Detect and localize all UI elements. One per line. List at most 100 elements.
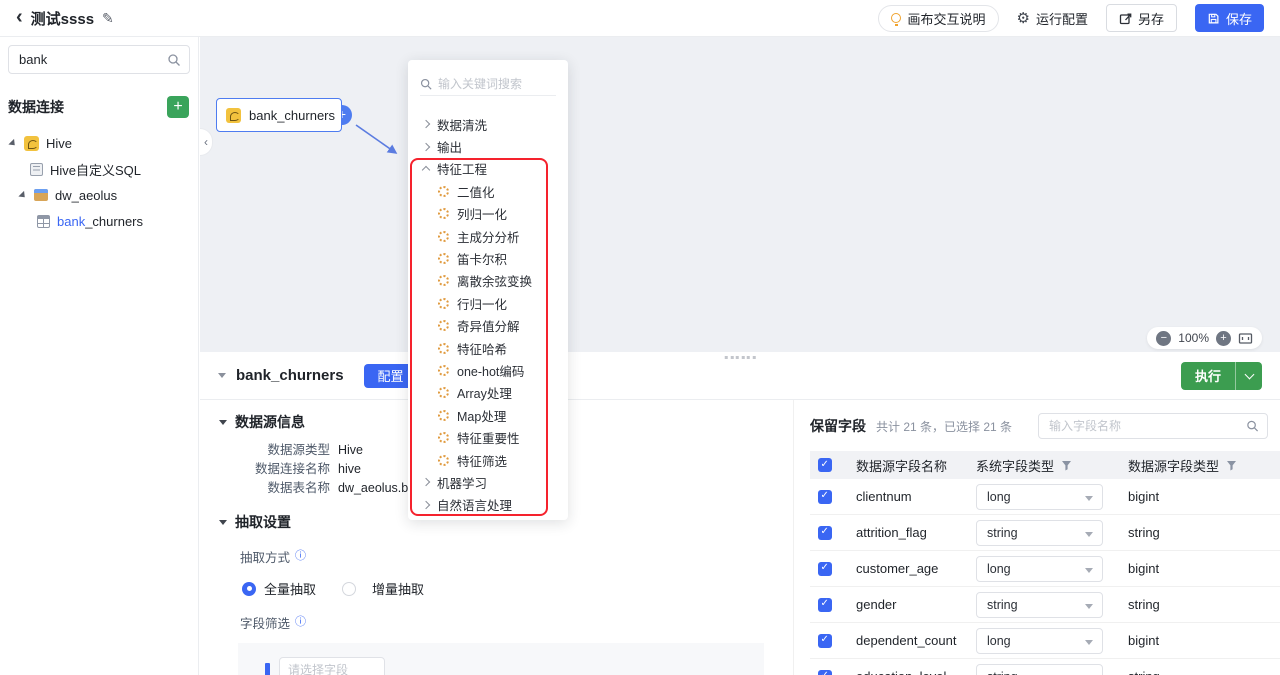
canvas[interactable]: + bank_churners − 100% +	[200, 37, 1280, 352]
operator-item-feature-importance[interactable]: 特征重要性	[408, 426, 568, 448]
row-checkbox[interactable]	[818, 669, 832, 675]
operator-gear-icon	[438, 275, 449, 287]
radio-full-extract[interactable]	[242, 581, 256, 596]
sys-type-select[interactable]: long	[976, 483, 1103, 510]
field-name: dependent_count	[856, 633, 957, 648]
info-icon[interactable]: ⓘ	[295, 551, 306, 562]
sidebar-search	[8, 45, 190, 74]
app-root: ‹ 测试ssss ✎ 画布交互说明 ⚙ 运行配置 另存 保存 bank 数据连接…	[0, 0, 1280, 675]
caret-expanded-icon[interactable]	[8, 138, 18, 148]
zoom-toolbar: − 100% +	[1147, 327, 1262, 349]
edit-title-icon[interactable]: ✎	[102, 10, 114, 27]
run-config-button[interactable]: ⚙ 运行配置	[1017, 5, 1088, 32]
drag-handle-icon[interactable]	[265, 663, 270, 675]
radio-incremental-extract[interactable]	[342, 581, 357, 596]
radio-incremental-label[interactable]: 增量抽取	[372, 579, 424, 598]
operator-item-dct[interactable]: 离散余弦变换	[408, 270, 568, 292]
run-button-label[interactable]: 执行	[1181, 362, 1235, 390]
info-icon[interactable]: ⓘ	[295, 617, 306, 628]
zoom-out-button[interactable]: −	[1156, 330, 1172, 346]
operator-item-svd[interactable]: 奇异值分解	[408, 315, 568, 337]
operator-item-one-hot[interactable]: one-hot编码	[408, 359, 568, 381]
sys-type-select[interactable]: string	[976, 519, 1103, 546]
operator-item-feature-hash[interactable]: 特征哈希	[408, 337, 568, 359]
operator-item-map[interactable]: Map处理	[408, 404, 568, 426]
fit-screen-icon[interactable]	[1238, 332, 1253, 345]
row-checkbox[interactable]	[818, 561, 832, 576]
sys-type-select[interactable]: long	[976, 627, 1103, 654]
operator-item-col-normalize[interactable]: 列归一化	[408, 203, 568, 225]
field-name: clientnum	[856, 489, 912, 504]
chevron-right-icon	[421, 119, 431, 129]
sys-type-select[interactable]: long	[976, 555, 1103, 582]
operator-search	[420, 72, 556, 96]
run-options-button[interactable]	[1236, 362, 1262, 390]
collapse-panel-caret[interactable]	[218, 373, 226, 378]
field-name: education_level	[856, 669, 976, 675]
fields-table: 数据源字段名称 系统字段类型 数据源字段类型 clientnum	[810, 451, 1280, 675]
col-system-field-type: 系统字段类型	[976, 458, 1055, 474]
back-button[interactable]: ‹	[16, 7, 23, 27]
canvas-help-button[interactable]: 画布交互说明	[878, 4, 999, 32]
filter-icon[interactable]	[1061, 460, 1072, 471]
tree-item-bank-churners[interactable]: bank_churners	[0, 208, 198, 234]
row-checkbox[interactable]	[818, 525, 832, 540]
source-type: string	[1128, 669, 1280, 675]
row-checkbox[interactable]	[818, 633, 832, 648]
tree-item-dw-aeolus[interactable]: dw_aeolus	[0, 182, 198, 208]
panel-resize-handle[interactable]	[724, 356, 756, 359]
category-machine-learning[interactable]: 机器学习	[408, 471, 568, 493]
chevron-right-icon	[421, 500, 431, 510]
field-select-input[interactable]	[279, 657, 385, 675]
operator-search-input[interactable]	[438, 76, 548, 91]
field-name: customer_age	[856, 561, 939, 576]
source-type: string	[1128, 525, 1160, 540]
table-row: customer_age long bigint	[810, 551, 1280, 587]
radio-full-extract-label[interactable]: 全量抽取	[264, 579, 316, 598]
save-as-button[interactable]: 另存	[1105, 4, 1177, 32]
table-row: dependent_count long bigint	[810, 623, 1280, 659]
field-search-input[interactable]	[1039, 414, 1267, 438]
chevron-down-icon	[1085, 531, 1093, 537]
operator-item-array[interactable]: Array处理	[408, 382, 568, 404]
sql-doc-icon	[30, 162, 43, 176]
operator-item-binarize[interactable]: 二值化	[408, 180, 568, 202]
tree-item-hive-sql[interactable]: Hive自定义SQL	[0, 156, 198, 182]
operator-item-feature-select[interactable]: 特征筛选	[408, 449, 568, 471]
search-icon	[420, 78, 432, 90]
filter-icon[interactable]	[1226, 460, 1237, 471]
operator-gear-icon	[438, 342, 449, 354]
chevron-down-icon	[1085, 603, 1093, 609]
operator-item-row-normalize[interactable]: 行归一化	[408, 292, 568, 314]
caret-expanded-icon	[219, 419, 227, 425]
extract-method-label: 抽取方式 ⓘ	[240, 550, 307, 566]
add-connection-button[interactable]: +	[167, 96, 189, 118]
category-feature-engineering[interactable]: 特征工程	[408, 158, 568, 180]
chevron-down-icon	[1085, 495, 1093, 501]
operator-gear-icon	[438, 208, 449, 220]
row-checkbox[interactable]	[818, 489, 832, 504]
zoom-in-button[interactable]: +	[1216, 330, 1231, 346]
tree-item-hive[interactable]: Hive	[0, 130, 198, 156]
category-data-cleaning[interactable]: 数据清洗	[408, 113, 568, 135]
tree-label-dw-aeolus: dw_aeolus	[55, 187, 118, 203]
source-type: bigint	[1128, 633, 1160, 648]
select-all-checkbox[interactable]	[818, 458, 832, 472]
save-button[interactable]: 保存	[1194, 4, 1264, 32]
operator-gear-icon	[438, 185, 449, 197]
category-output[interactable]: 输出	[408, 135, 568, 157]
sidebar-search-input[interactable]	[9, 46, 189, 73]
search-icon	[168, 53, 180, 66]
field-filter-box: + 添加	[238, 643, 764, 675]
sys-type-select[interactable]: string	[976, 663, 1103, 675]
operator-item-cartesian[interactable]: 笛卡尔积	[408, 247, 568, 269]
category-nlp[interactable]: 自然语言处理	[408, 494, 568, 516]
canvas-node-bank-churners[interactable]: bank_churners	[216, 98, 342, 132]
caret-expanded-icon[interactable]	[18, 190, 28, 200]
node-label: bank_churners	[249, 107, 335, 123]
sys-type-select[interactable]: string	[976, 591, 1103, 618]
operator-item-pca[interactable]: 主成分分析	[408, 225, 568, 247]
row-checkbox[interactable]	[818, 597, 832, 612]
run-split-button[interactable]: 执行	[1180, 361, 1262, 390]
sidebar: 数据连接 + Hive Hive自定义SQL dw_aeolus bank_ch…	[0, 37, 199, 675]
